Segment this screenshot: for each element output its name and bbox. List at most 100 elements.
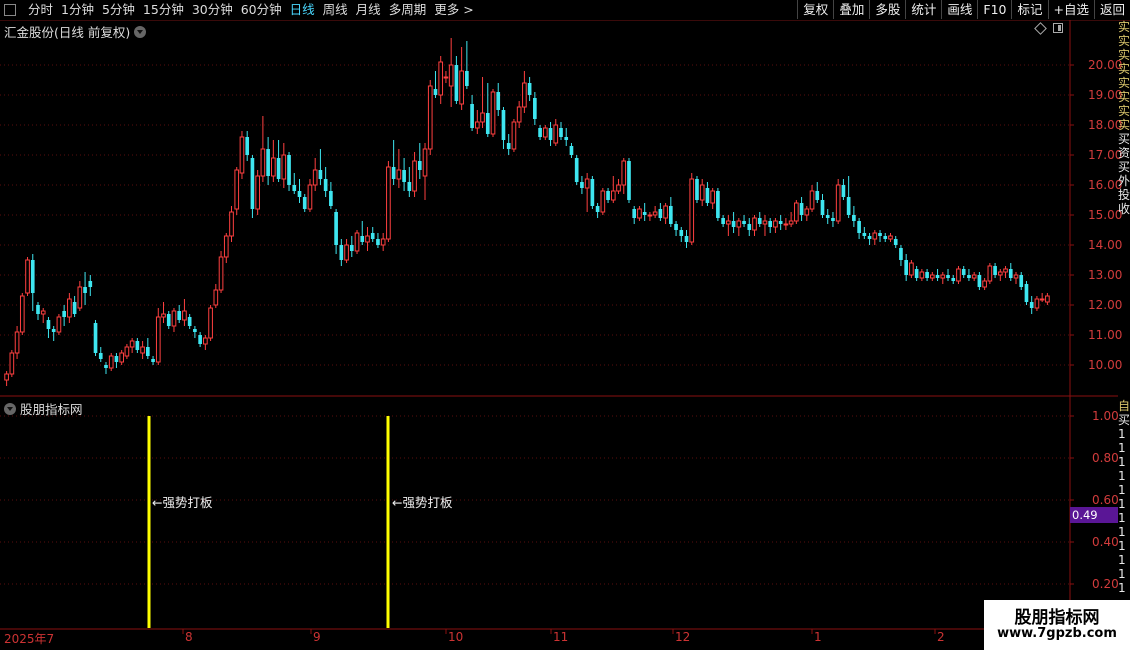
candle-body bbox=[553, 124, 559, 144]
candle-body bbox=[804, 208, 810, 216]
side-char: 1 bbox=[1118, 469, 1126, 483]
candle-body bbox=[470, 104, 474, 128]
candle-body bbox=[993, 266, 997, 275]
date-label: 10 bbox=[448, 630, 464, 644]
side-char: 实 bbox=[1118, 76, 1130, 90]
candle-body bbox=[1003, 268, 1008, 273]
chevron-down-icon[interactable] bbox=[4, 402, 16, 415]
candle-body bbox=[835, 184, 841, 222]
candle-body bbox=[820, 200, 825, 215]
candle-body bbox=[533, 98, 537, 119]
candle-body bbox=[783, 223, 789, 226]
candle-body bbox=[663, 205, 668, 219]
candle-body bbox=[480, 112, 485, 123]
candle-body bbox=[1013, 274, 1019, 279]
candle-body bbox=[831, 218, 835, 221]
candle-body bbox=[260, 148, 266, 177]
candle-body bbox=[731, 221, 736, 227]
candle-body bbox=[606, 191, 610, 200]
candle-body bbox=[433, 89, 438, 95]
candle-body bbox=[867, 236, 872, 239]
side-char: 实 bbox=[1118, 118, 1130, 132]
candle-body bbox=[637, 208, 642, 219]
candle-body bbox=[135, 341, 140, 350]
candle-body bbox=[40, 310, 46, 315]
side-char: 实 bbox=[1118, 62, 1130, 76]
side-info-strip: 实实实实实实实实买资买外投收自买111111111111 bbox=[1118, 20, 1130, 630]
candle-body bbox=[632, 209, 637, 218]
side-char: 1 bbox=[1118, 427, 1126, 441]
candle-body bbox=[716, 191, 720, 218]
candle-body bbox=[459, 70, 464, 105]
kline-chart[interactable]: 20.0019.0018.0017.0016.0015.0014.0013.00… bbox=[0, 0, 1130, 650]
candle-body bbox=[616, 184, 621, 192]
candle-body bbox=[312, 169, 318, 186]
candle-body bbox=[386, 166, 391, 240]
candle-body bbox=[647, 214, 653, 217]
candle-body bbox=[51, 329, 56, 332]
candle-body bbox=[490, 91, 496, 135]
candle-body bbox=[878, 233, 882, 236]
candle-body bbox=[297, 191, 302, 197]
candle-body bbox=[88, 281, 93, 287]
candle-body bbox=[925, 272, 929, 278]
candle-body bbox=[527, 83, 532, 95]
watermark-url: www.7gpzb.com bbox=[997, 626, 1117, 641]
candle-body bbox=[25, 259, 30, 294]
candle-body bbox=[396, 169, 402, 180]
candle-body bbox=[971, 274, 977, 279]
candle-body bbox=[198, 335, 202, 344]
candle-body bbox=[726, 220, 731, 225]
candle-body bbox=[302, 197, 307, 209]
side-char: 1 bbox=[1118, 483, 1126, 497]
candle-body bbox=[171, 310, 177, 327]
candle-body bbox=[862, 233, 867, 236]
candle-body bbox=[522, 82, 527, 108]
candle-body bbox=[339, 245, 344, 260]
candle-body bbox=[276, 158, 281, 179]
candle-body bbox=[208, 307, 213, 339]
candle-body bbox=[281, 154, 287, 180]
indicator-label: 0.40 bbox=[1092, 535, 1119, 549]
candle-body bbox=[794, 202, 799, 222]
candle-body bbox=[223, 235, 229, 258]
candle-body bbox=[114, 356, 119, 362]
candle-body bbox=[62, 311, 66, 317]
candle-body bbox=[323, 179, 328, 191]
candle-body bbox=[935, 275, 940, 278]
candle-body bbox=[762, 220, 768, 225]
candle-body bbox=[19, 295, 25, 333]
candle-body bbox=[778, 221, 783, 224]
candle-body bbox=[1045, 295, 1050, 303]
candle-body bbox=[250, 158, 255, 209]
candle-body bbox=[1008, 269, 1013, 278]
indicator-label: 1.00 bbox=[1092, 409, 1119, 423]
date-label: 12 bbox=[675, 630, 691, 644]
candle-body bbox=[177, 311, 182, 320]
side-char: 资 bbox=[1118, 146, 1130, 160]
candle-body bbox=[951, 278, 956, 281]
candle-body bbox=[229, 211, 234, 237]
date-label: 8 bbox=[185, 630, 193, 644]
date-label: 2 bbox=[937, 630, 945, 644]
candle-body bbox=[376, 239, 380, 245]
candle-body bbox=[474, 121, 480, 129]
candle-body bbox=[940, 274, 946, 279]
side-char: 1 bbox=[1118, 441, 1126, 455]
candle-body bbox=[888, 235, 893, 240]
candle-body bbox=[98, 353, 103, 359]
candle-body bbox=[809, 190, 815, 210]
candle-body bbox=[438, 61, 444, 96]
candle-body bbox=[710, 190, 715, 204]
candle-body bbox=[977, 275, 982, 287]
candle-body bbox=[407, 182, 412, 191]
side-char: 买 bbox=[1118, 160, 1130, 174]
candle-body bbox=[956, 268, 961, 282]
candle-body bbox=[621, 160, 627, 186]
candle-body bbox=[9, 352, 15, 375]
candle-body bbox=[689, 178, 695, 243]
candle-body bbox=[542, 127, 548, 138]
candle-body bbox=[501, 110, 506, 140]
side-char: 收 bbox=[1118, 202, 1130, 216]
candle-body bbox=[946, 275, 950, 278]
